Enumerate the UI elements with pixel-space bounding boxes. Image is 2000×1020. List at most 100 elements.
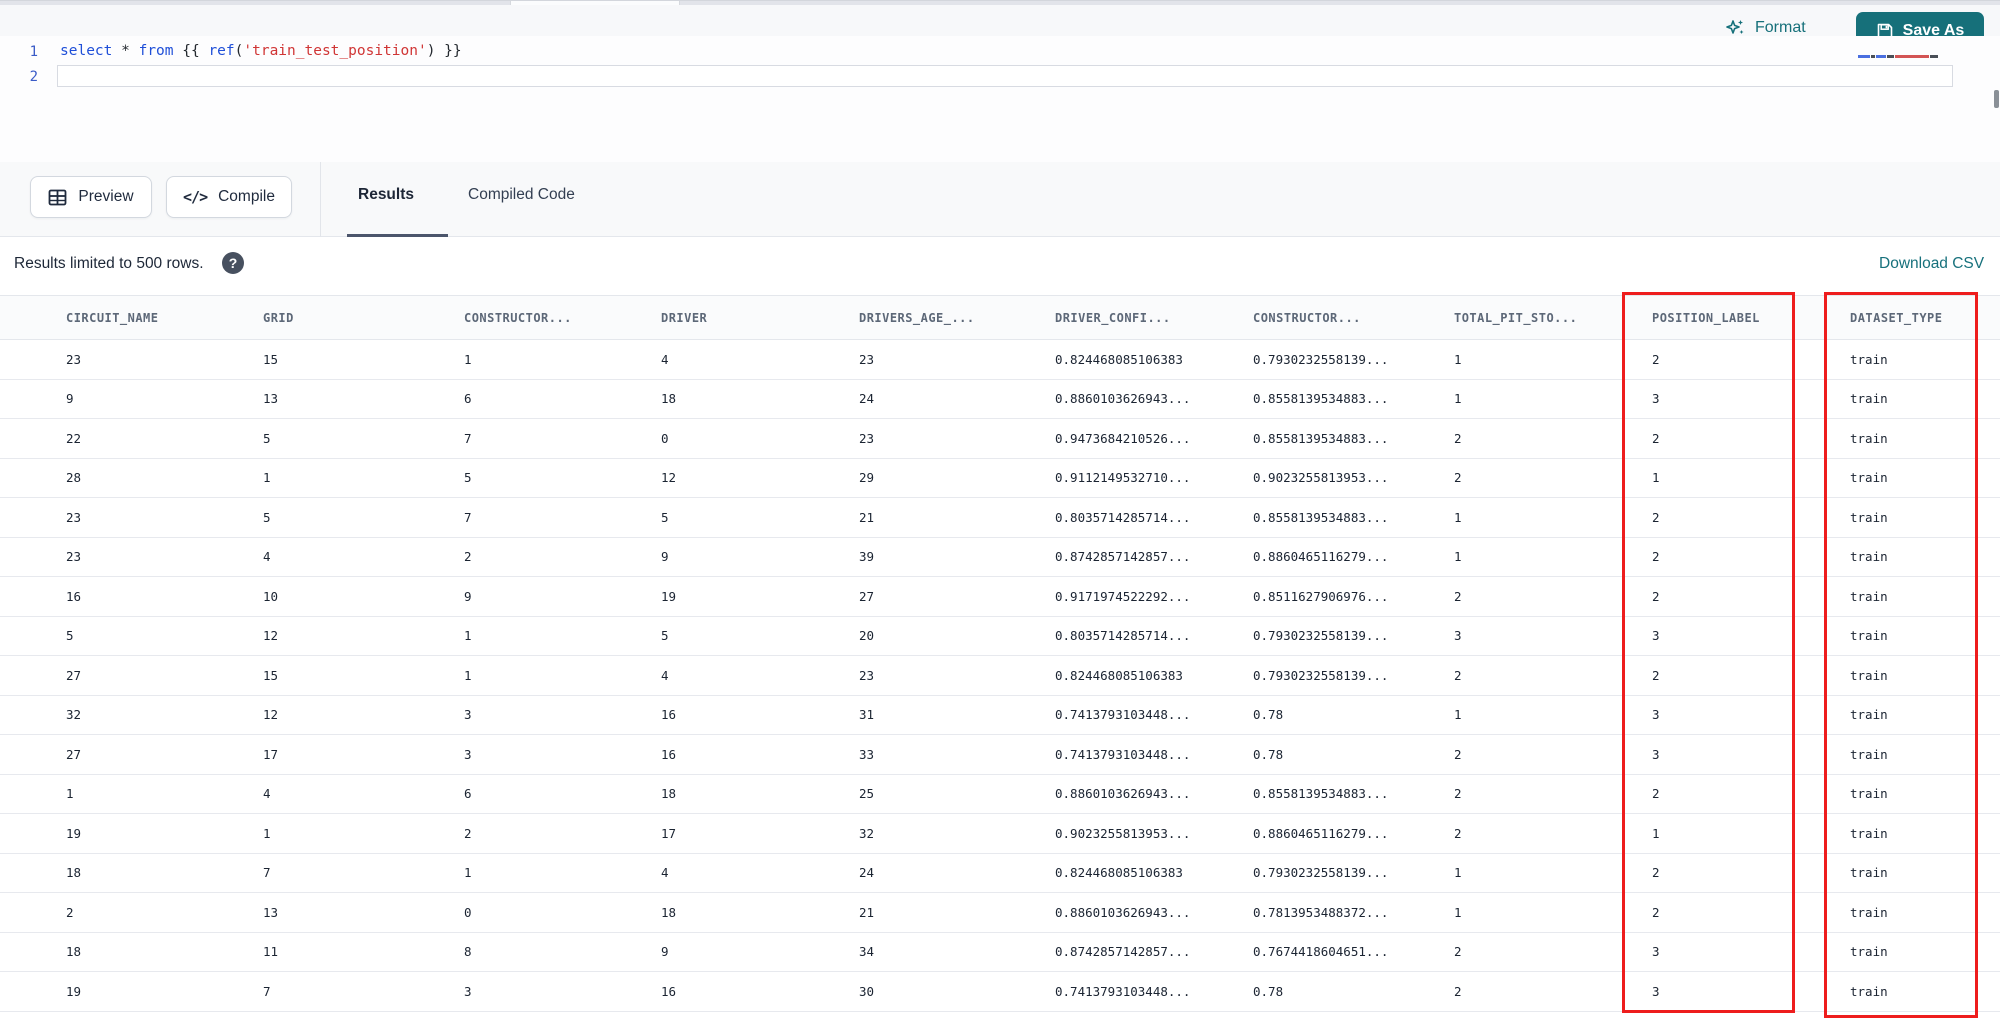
table-cell: 10: [263, 588, 279, 604]
preview-button[interactable]: Preview: [30, 176, 152, 218]
table-cell: 27: [66, 667, 82, 683]
table-cell: 1: [1652, 470, 1660, 486]
column-header[interactable]: CONSTRUCTOR...: [1253, 311, 1454, 325]
column-header[interactable]: DRIVER: [661, 311, 859, 325]
table-cell: 2: [1652, 904, 1660, 920]
table-cell: 4: [661, 865, 669, 881]
code-token: 'train_test_position': [243, 43, 427, 59]
table-cell: 23: [66, 509, 82, 525]
table-cell: 3: [1652, 746, 1660, 762]
table-cell: 0.8511627906976...: [1253, 588, 1389, 604]
column-header[interactable]: CIRCUIT_NAME: [66, 311, 263, 325]
table-cell: 32: [859, 825, 875, 841]
table-cell: 0.824468085106383: [1055, 667, 1183, 683]
table-cell: 3: [464, 983, 472, 999]
table-cell: 1: [1454, 904, 1462, 920]
table-cell: 2: [1652, 430, 1660, 446]
table-cell: 2: [1454, 786, 1462, 802]
table-cell: train: [1850, 351, 1888, 367]
table-cell: 0.9112149532710...: [1055, 470, 1191, 486]
column-header[interactable]: TOTAL_PIT_STO...: [1454, 311, 1652, 325]
table-cell: 0.7930232558139...: [1253, 667, 1389, 683]
table-cell: train: [1850, 391, 1888, 407]
table-cell: 39: [859, 549, 875, 565]
code-token: ) }}: [426, 43, 462, 59]
table-cell: 0.7413793103448...: [1055, 707, 1191, 723]
table-cell: 0.824468085106383: [1055, 865, 1183, 881]
table-cell: 18: [661, 904, 677, 920]
code-token: from: [138, 43, 174, 59]
help-icon[interactable]: ?: [222, 252, 244, 274]
table-cell: 23: [859, 351, 875, 367]
table-cell: 2: [464, 825, 472, 841]
table-cell: 18: [661, 786, 677, 802]
column-header[interactable]: CONSTRUCTOR...: [464, 311, 661, 325]
table-cell: 1: [464, 628, 472, 644]
table-cell: 5: [263, 430, 271, 446]
line-number-1: 1: [29, 44, 38, 60]
table-cell: 1: [66, 786, 74, 802]
code-line-1[interactable]: select * from {{ ref('train_test_positio…: [60, 43, 462, 59]
table-cell: 0.8558139534883...: [1253, 430, 1389, 446]
editor-minimap[interactable]: [1858, 54, 1950, 58]
table-row: 19 1 2 17 32 0.9023255813953... 0.886046511627…: [0, 814, 2000, 854]
table-cell: 24: [859, 865, 875, 881]
table-cell: 0.78: [1253, 707, 1284, 723]
table-row: 19 7 3 16 30 0.7413793103448... 0.78 2 3 train: [0, 972, 2000, 1012]
table-cell: 19: [66, 983, 82, 999]
table-cell: 13: [263, 904, 279, 920]
column-header[interactable]: DRIVER_CONFI...: [1055, 311, 1253, 325]
table-row: 16 10 9 19 27 0.9171974522292... 0.85116279069…: [0, 577, 2000, 617]
table-cell: 1: [1454, 707, 1462, 723]
table-cell: 27: [66, 746, 82, 762]
table-cell: 0.9023255813953...: [1055, 825, 1191, 841]
table-cell: 4: [263, 786, 271, 802]
table-cell: 1: [263, 470, 271, 486]
table-cell: 2: [1652, 865, 1660, 881]
table-cell: 2: [66, 904, 74, 920]
table-cell: 0.7413793103448...: [1055, 983, 1191, 999]
table-cell: 4: [263, 549, 271, 565]
code-editor[interactable]: 1 2 select * from {{ ref('train_test_pos…: [0, 36, 2000, 162]
table-cell: 6: [464, 391, 472, 407]
table-cell: 18: [66, 944, 82, 960]
column-header[interactable]: DRIVERS_AGE_...: [859, 311, 1055, 325]
tab-compiled-code[interactable]: Compiled Code: [468, 186, 575, 204]
tab-results[interactable]: Results: [358, 186, 414, 204]
table-cell: 33: [859, 746, 875, 762]
table-cell: 17: [661, 825, 677, 841]
line-number-2: 2: [29, 69, 38, 85]
table-cell: 18: [661, 391, 677, 407]
code-token: *: [112, 43, 139, 59]
table-cell: 27: [859, 588, 875, 604]
table-cell: 0.78: [1253, 746, 1284, 762]
column-header[interactable]: GRID: [263, 311, 464, 325]
table-cell: 2: [1652, 509, 1660, 525]
format-label: Format: [1755, 19, 1806, 36]
column-header[interactable]: DATASET_TYPE: [1850, 311, 2000, 325]
table-row: 5 12 1 5 20 0.8035714285714... 0.7930232558139…: [0, 616, 2000, 656]
column-header[interactable]: POSITION_LABEL: [1652, 311, 1850, 325]
table-cell: 16: [661, 983, 677, 999]
code-line-2-active[interactable]: [57, 65, 1953, 87]
table-cell: 2: [1454, 746, 1462, 762]
table-cell: 0.824468085106383: [1055, 351, 1183, 367]
table-cell: 0.7413793103448...: [1055, 746, 1191, 762]
table-cell: 0.8558139534883...: [1253, 391, 1389, 407]
editor-scrollbar-thumb[interactable]: [1994, 90, 1999, 108]
download-csv-link[interactable]: Download CSV: [1879, 255, 1984, 273]
table-cell: 0.8860103626943...: [1055, 391, 1191, 407]
table-cell: 2: [1652, 667, 1660, 683]
table-row: 27 17 3 16 33 0.7413793103448... 0.78 2 3 train: [0, 735, 2000, 775]
table-cell: 12: [661, 470, 677, 486]
table-cell: 0.78: [1253, 983, 1284, 999]
table-cell: 3: [1652, 391, 1660, 407]
table-cell: 0: [464, 904, 472, 920]
table-cell: 5: [661, 509, 669, 525]
table-cell: 1: [1454, 391, 1462, 407]
table-cell: 3: [464, 746, 472, 762]
table-cell: 23: [66, 351, 82, 367]
compile-button[interactable]: </> Compile: [166, 176, 292, 218]
app-window: Format Save As 1 2 select * from {{ ref(…: [0, 0, 2000, 1020]
table-cell: 23: [66, 549, 82, 565]
